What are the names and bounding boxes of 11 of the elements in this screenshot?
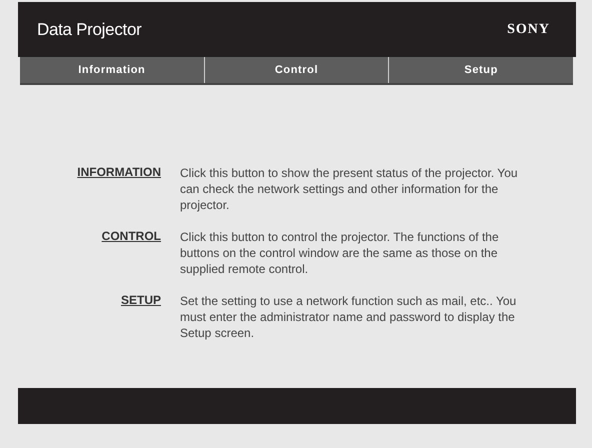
nav-tab[interactable]: Information xyxy=(20,57,204,83)
section-link[interactable]: SETUP xyxy=(120,293,161,307)
page-title: Data Projector xyxy=(37,20,142,40)
nav-tab[interactable]: Setup xyxy=(388,57,574,83)
description-text: Click this button to show the present status of the projector. You can check the network settings and other information for the projector. xyxy=(180,165,519,213)
nav-tab[interactable]: Control xyxy=(204,57,388,83)
description-text: Set the setting to use a network function such as mail, etc.. You must enter the administrator name and password to display the Setup screen. xyxy=(180,293,518,341)
section-link[interactable]: INFORMATION xyxy=(77,165,161,179)
section-link[interactable]: CONTROL xyxy=(102,229,161,243)
logo: SONY xyxy=(507,22,550,38)
description-text: Click this button to control the projector. The functions of the buttons on the control window are the same as those on the supplied remote control. xyxy=(180,229,500,277)
